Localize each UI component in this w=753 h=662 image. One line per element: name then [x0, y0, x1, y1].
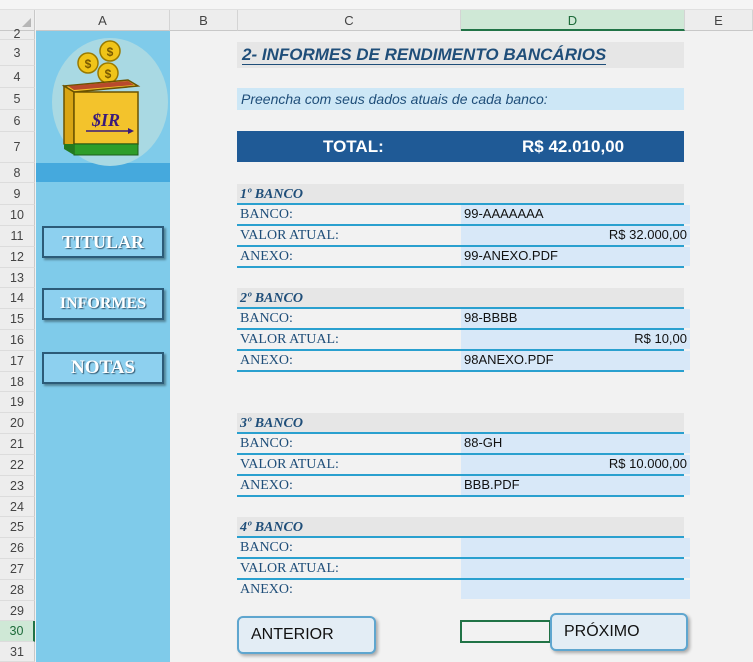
page-title-text: 2- INFORMES DE RENDIMENTO BANCÁRIOS — [242, 45, 607, 65]
column-header-d[interactable]: D — [461, 10, 685, 31]
row-header[interactable]: 11 — [0, 226, 35, 247]
bank-2-valor-row: VALOR ATUAL: R$ 10,00 — [237, 330, 690, 351]
row-header[interactable]: 12 — [0, 247, 35, 268]
row-header[interactable]: 26 — [0, 538, 35, 559]
row-header[interactable]: 8 — [0, 163, 35, 183]
column-header-e[interactable]: E — [685, 10, 753, 31]
row-header[interactable]: 28 — [0, 580, 35, 601]
window-top-strip — [0, 0, 753, 10]
anterior-button[interactable]: ANTERIOR — [237, 616, 376, 654]
bank-3-banco-row: BANCO: 88-GH — [237, 434, 690, 455]
banco-label: BANCO: — [240, 540, 293, 555]
row-header[interactable]: 13 — [0, 268, 35, 288]
total-bar: TOTAL: R$ 42.010,00 — [237, 131, 684, 162]
svg-text:$: $ — [85, 57, 92, 71]
row-header[interactable]: 10 — [0, 205, 35, 226]
notas-button[interactable]: NOTAS — [42, 352, 164, 384]
row-header[interactable]: 17 — [0, 351, 35, 372]
total-label: TOTAL: — [323, 137, 384, 156]
anexo-field[interactable]: 98ANEXO.PDF — [461, 351, 690, 370]
bank-4-heading: 4º BANCO — [237, 517, 684, 538]
anexo-label: ANEXO: — [240, 478, 293, 493]
banco-field[interactable]: 99-AAAAAAA — [461, 205, 690, 224]
valor-label: VALOR ATUAL: — [240, 457, 339, 472]
row-header[interactable]: 16 — [0, 330, 35, 351]
proximo-button[interactable]: PRÓXIMO — [550, 613, 688, 651]
row-header[interactable]: 6 — [0, 110, 35, 132]
titular-button[interactable]: TITULAR — [42, 226, 164, 258]
column-header-c[interactable]: C — [238, 10, 461, 31]
row-header[interactable]: 2 — [0, 28, 35, 40]
anexo-label: ANEXO: — [240, 582, 293, 597]
svg-text:$: $ — [105, 67, 112, 81]
total-value: R$ 42.010,00 — [522, 137, 625, 156]
svg-text:$IR: $IR — [91, 110, 120, 130]
row-header[interactable]: 22 — [0, 455, 35, 476]
row-header[interactable]: 25 — [0, 517, 35, 538]
valor-label: VALOR ATUAL: — [240, 561, 339, 576]
bank-1-banco-row: BANCO: 99-AAAAAAA — [237, 205, 690, 226]
row-header[interactable]: 14 — [0, 288, 35, 309]
sidebar-band — [36, 163, 170, 182]
anexo-field[interactable]: BBB.PDF — [461, 476, 690, 495]
coin-icon: $ — [99, 40, 121, 62]
bank-3-heading: 3º BANCO — [237, 413, 684, 434]
banco-label: BANCO: — [240, 436, 293, 451]
row-header-selected[interactable]: 30 — [0, 621, 35, 642]
tax-box-logo-icon: $ $ $ $IR — [58, 38, 144, 160]
row-header[interactable]: 31 — [0, 642, 35, 662]
bank-1-valor-row: VALOR ATUAL: R$ 32.000,00 — [237, 226, 690, 247]
bank-2-heading: 2º BANCO — [237, 288, 684, 309]
row-header[interactable]: 24 — [0, 497, 35, 517]
row-header[interactable]: 18 — [0, 372, 35, 392]
row-header[interactable]: 29 — [0, 601, 35, 621]
row-header[interactable]: 7 — [0, 132, 35, 163]
bank-1-anexo-row: ANEXO: 99-ANEXO.PDF — [237, 247, 690, 268]
bank-3-anexo-row: ANEXO: BBB.PDF — [237, 476, 690, 497]
bank-4-banco-row: BANCO: — [237, 538, 690, 559]
valor-field[interactable]: R$ 32.000,00 — [461, 226, 690, 245]
valor-field[interactable]: R$ 10.000,00 — [461, 455, 690, 474]
row-header[interactable]: 19 — [0, 392, 35, 413]
valor-label: VALOR ATUAL: — [240, 332, 339, 347]
row-header[interactable]: 15 — [0, 309, 35, 330]
row-header[interactable]: 27 — [0, 559, 35, 580]
bank-1-heading: 1º BANCO — [237, 184, 684, 205]
banco-field[interactable] — [461, 538, 690, 557]
banco-label: BANCO: — [240, 311, 293, 326]
row-header[interactable]: 3 — [0, 40, 35, 66]
bank-4-valor-row: VALOR ATUAL: — [237, 559, 690, 580]
valor-label: VALOR ATUAL: — [240, 228, 339, 243]
coin-icon: $ — [97, 62, 119, 84]
page-title: 2- INFORMES DE RENDIMENTO BANCÁRIOS — [237, 42, 684, 68]
anexo-label: ANEXO: — [240, 353, 293, 368]
svg-text:$: $ — [107, 45, 114, 59]
coin-icon: $ — [77, 52, 99, 74]
column-header-b[interactable]: B — [170, 10, 238, 31]
row-header[interactable]: 9 — [0, 183, 35, 205]
informes-button[interactable]: INFORMES — [42, 288, 164, 320]
valor-field[interactable] — [461, 559, 690, 578]
valor-field[interactable]: R$ 10,00 — [461, 330, 690, 349]
bank-4-anexo-row: ANEXO: — [237, 580, 690, 601]
active-cell[interactable] — [460, 620, 551, 643]
row-header[interactable]: 21 — [0, 434, 35, 455]
banco-label: BANCO: — [240, 207, 293, 222]
row-header[interactable]: 5 — [0, 88, 35, 110]
bank-3-valor-row: VALOR ATUAL: R$ 10.000,00 — [237, 455, 690, 476]
anexo-label: ANEXO: — [240, 249, 293, 264]
row-header[interactable]: 20 — [0, 413, 35, 434]
anexo-field[interactable] — [461, 580, 690, 599]
banco-field[interactable]: 98-BBBB — [461, 309, 690, 328]
bank-2-banco-row: BANCO: 98-BBBB — [237, 309, 690, 330]
row-header[interactable]: 23 — [0, 476, 35, 497]
page-subtitle: Preencha com seus dados atuais de cada b… — [237, 88, 684, 110]
anexo-field[interactable]: 99-ANEXO.PDF — [461, 247, 690, 266]
banco-field[interactable]: 88-GH — [461, 434, 690, 453]
row-header[interactable]: 4 — [0, 66, 35, 88]
column-header-a[interactable]: A — [36, 10, 170, 31]
bank-2-anexo-row: ANEXO: 98ANEXO.PDF — [237, 351, 690, 372]
